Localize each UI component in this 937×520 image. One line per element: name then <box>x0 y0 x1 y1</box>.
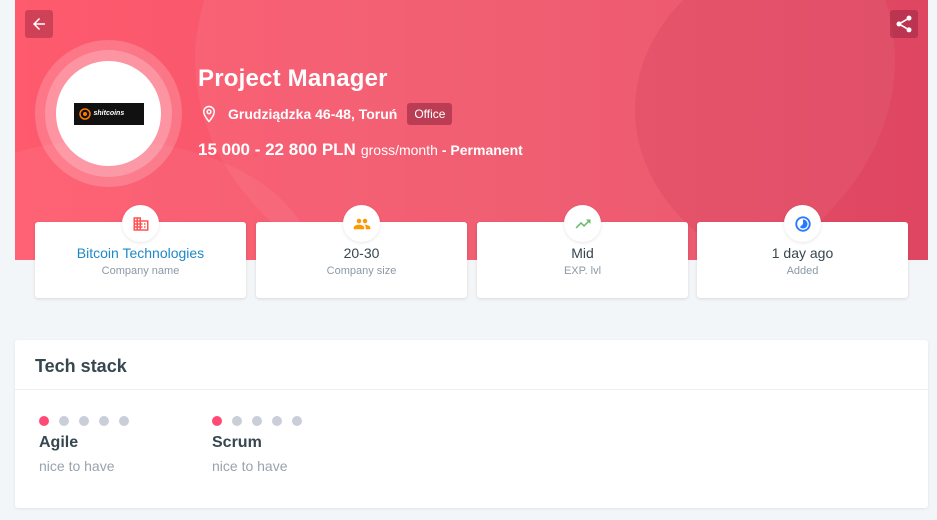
logo-text: shitcoins <box>93 110 125 117</box>
job-title: Project Manager <box>198 65 388 92</box>
level-dot-empty <box>272 416 282 426</box>
info-card-company-size: 20-30 Company size <box>256 205 467 298</box>
level-dot-filled <box>212 416 222 426</box>
location-row: Grudziądzka 46-48, Toruń Office <box>200 103 453 125</box>
card-icon-circle <box>343 205 380 242</box>
info-card-added: 1 day ago Added <box>697 205 908 298</box>
company-name-link[interactable]: Bitcoin Technologies <box>35 245 246 261</box>
building-icon <box>133 216 148 231</box>
level-dot-empty <box>292 416 302 426</box>
skill-item-agile: Agile nice to have <box>39 416 129 474</box>
salary-row: 15 000 - 22 800 PLN gross/month - Perman… <box>198 140 523 160</box>
arrow-left-icon <box>33 18 45 30</box>
card-label: EXP. lvl <box>563 265 602 277</box>
card-label: Company size <box>326 265 397 277</box>
tech-stack-section: Tech stack Agile nice to have Scrum nice… <box>15 340 928 508</box>
skill-level-dots <box>212 416 302 426</box>
company-logo: shitcoins <box>56 61 161 166</box>
skill-name: Agile <box>39 434 79 451</box>
job-location: Grudziądzka 46-48, Toruń <box>228 106 398 122</box>
skill-level-dots <box>39 416 129 426</box>
skill-level-text: nice to have <box>39 458 115 474</box>
level-dot-empty <box>252 416 262 426</box>
level-dot-empty <box>119 416 129 426</box>
skill-name: Scrum <box>212 434 262 451</box>
share-icon <box>896 15 912 33</box>
card-icon-circle <box>564 205 601 242</box>
level-dot-filled <box>39 416 49 426</box>
card-icon-circle <box>784 205 821 242</box>
card-label: Added <box>786 265 819 277</box>
card-icon-circle <box>122 205 159 242</box>
salary-period: gross/month <box>360 142 438 158</box>
info-card-experience: Mid EXP. lvl <box>477 205 688 298</box>
salary-amount: 15 000 - 22 800 PLN <box>198 140 356 159</box>
level-dot-empty <box>232 416 242 426</box>
clock-icon <box>794 215 811 232</box>
added-date-value: 1 day ago <box>771 245 834 261</box>
info-card-company-name: Bitcoin Technologies Company name <box>35 205 246 298</box>
people-icon <box>353 218 370 229</box>
location-pin-icon <box>202 105 216 123</box>
skill-item-scrum: Scrum nice to have <box>212 416 302 474</box>
workplace-badge: Office <box>407 103 453 125</box>
tech-stack-heading: Tech stack <box>15 340 928 390</box>
card-label: Company name <box>101 265 180 277</box>
skill-level-text: nice to have <box>212 458 288 474</box>
level-dot-empty <box>79 416 89 426</box>
back-button[interactable] <box>25 10 53 38</box>
trending-up-icon <box>575 219 590 228</box>
logo-image: shitcoins <box>73 102 144 125</box>
experience-level-value: Mid <box>571 245 594 261</box>
level-dot-empty <box>99 416 109 426</box>
level-dot-empty <box>59 416 69 426</box>
logo-mark-icon <box>78 107 91 120</box>
company-size-value: 20-30 <box>343 245 380 261</box>
employment-type: - Permanent <box>441 142 523 158</box>
share-button[interactable] <box>890 10 918 38</box>
